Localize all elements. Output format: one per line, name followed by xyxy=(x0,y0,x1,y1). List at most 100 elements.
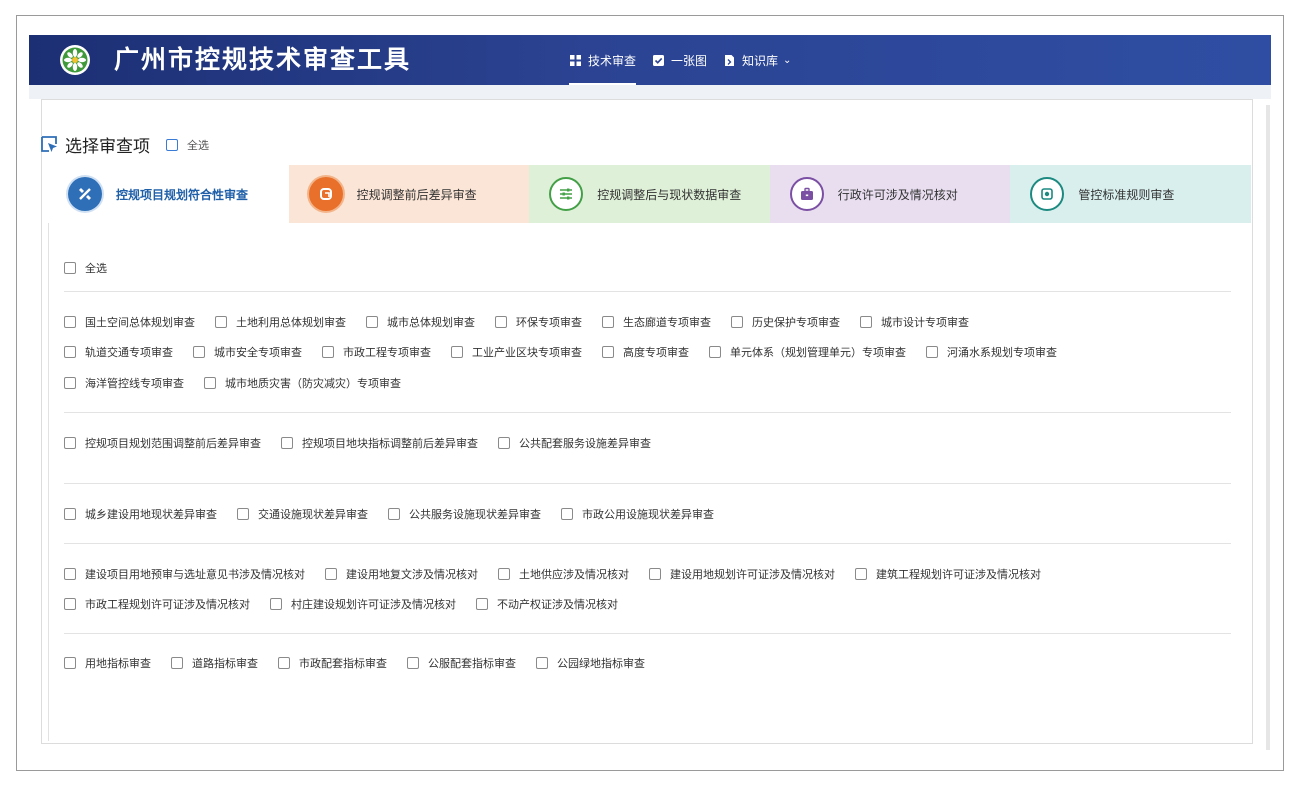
review-item-checkbox[interactable]: 市政工程专项审查 xyxy=(322,344,431,360)
checkbox[interactable] xyxy=(171,657,183,669)
checkbox[interactable] xyxy=(204,377,216,389)
review-item-checkbox[interactable]: 城乡建设用地现状差异审查 xyxy=(64,506,217,522)
review-item-checkbox[interactable]: 城市地质灾害（防灾减灾）专项审查 xyxy=(204,375,401,391)
tab-3[interactable]: 控规调整后与现状数据审查 xyxy=(529,165,770,223)
checkbox[interactable] xyxy=(388,508,400,520)
review-item-checkbox[interactable]: 市政公用设施现状差异审查 xyxy=(561,506,714,522)
checkbox[interactable] xyxy=(278,657,290,669)
scrollbar[interactable] xyxy=(1266,105,1270,750)
review-item-checkbox[interactable]: 工业产业区块专项审查 xyxy=(451,344,582,360)
checkbox[interactable] xyxy=(64,568,76,580)
tab-4[interactable]: 行政许可涉及情况核对 xyxy=(769,165,1011,223)
checkbox[interactable] xyxy=(281,437,293,449)
checkbox[interactable] xyxy=(322,346,334,358)
checkbox[interactable] xyxy=(649,568,661,580)
checkbox[interactable] xyxy=(709,346,721,358)
tab-1[interactable]: 控规项目规划符合性审查 xyxy=(48,165,289,223)
checkbox-row: 市政工程规划许可证涉及情况核对 村庄建设规划许可证涉及情况核对 不动产权证涉及情况核… xyxy=(64,595,638,613)
review-item-label: 历史保护专项审查 xyxy=(752,316,840,329)
review-item-label: 不动产权证涉及情况核对 xyxy=(497,598,618,611)
checkbox[interactable] xyxy=(495,316,507,328)
checkbox[interactable] xyxy=(325,568,337,580)
tab-label: 控规调整前后差异审查 xyxy=(356,187,477,202)
review-item-checkbox[interactable]: 公共配套服务设施差异审查 xyxy=(498,435,651,451)
review-item-checkbox[interactable]: 海洋管控线专项审查 xyxy=(64,375,184,391)
checkbox[interactable] xyxy=(215,316,227,328)
review-item-label: 建筑工程规划许可证涉及情况核对 xyxy=(876,568,1041,581)
checkbox[interactable] xyxy=(64,598,76,610)
checkbox[interactable] xyxy=(64,316,76,328)
checkbox-row: 国土空间总体规划审查 土地利用总体规划审查 城市总体规划审查 环保专项审查 生态廊道专项… xyxy=(64,313,989,331)
tab-2[interactable]: 控规调整前后差异审查 xyxy=(288,165,530,223)
checkbox[interactable] xyxy=(536,657,548,669)
checkbox[interactable] xyxy=(451,346,463,358)
checkbox[interactable] xyxy=(926,346,938,358)
review-item-checkbox[interactable]: 道路指标审查 xyxy=(171,655,258,671)
review-item-checkbox[interactable]: 生态廊道专项审查 xyxy=(602,314,711,330)
review-item-checkbox[interactable]: 城市总体规划审查 xyxy=(366,314,475,330)
review-item-checkbox[interactable]: 河涌水系规划专项审查 xyxy=(926,344,1057,360)
review-item-checkbox[interactable]: 交通设施现状差异审查 xyxy=(237,506,368,522)
checkbox[interactable] xyxy=(561,508,573,520)
review-item-label: 公共服务设施现状差异审查 xyxy=(409,508,541,521)
checkbox[interactable] xyxy=(498,568,510,580)
review-item-checkbox[interactable]: 用地指标审查 xyxy=(64,655,151,671)
review-item-checkbox[interactable]: 轨道交通专项审查 xyxy=(64,344,173,360)
checkbox[interactable] xyxy=(855,568,867,580)
review-item-checkbox[interactable]: 国土空间总体规划审查 xyxy=(64,314,195,330)
checkbox[interactable] xyxy=(64,377,76,389)
checkbox[interactable] xyxy=(407,657,419,669)
review-item-checkbox[interactable]: 全选 xyxy=(64,260,107,276)
review-item-checkbox[interactable]: 公共服务设施现状差异审查 xyxy=(388,506,541,522)
checkbox[interactable] xyxy=(860,316,872,328)
review-item-label: 高度专项审查 xyxy=(623,346,689,359)
checkbox[interactable] xyxy=(64,657,76,669)
checkbox[interactable] xyxy=(64,262,76,274)
checkbox-row: 建设项目用地预审与选址意见书涉及情况核对 建设用地复文涉及情况核对 土地供应涉及情况… xyxy=(64,565,1061,583)
checkbox[interactable] xyxy=(498,437,510,449)
review-item-checkbox[interactable]: 建筑工程规划许可证涉及情况核对 xyxy=(855,566,1041,582)
checkbox[interactable] xyxy=(64,346,76,358)
review-item-checkbox[interactable]: 公服配套指标审查 xyxy=(407,655,516,671)
review-item-checkbox[interactable]: 控规项目规划范围调整前后差异审查 xyxy=(64,435,261,451)
tab-5[interactable]: 管控标准规则审查 xyxy=(1010,165,1251,223)
nav-one-map[interactable]: 一张图 xyxy=(652,35,707,85)
checkbox[interactable] xyxy=(166,138,178,151)
checkbox[interactable] xyxy=(193,346,205,358)
review-item-checkbox[interactable]: 城市安全专项审查 xyxy=(193,344,302,360)
checkbox[interactable] xyxy=(237,508,249,520)
checkbox[interactable] xyxy=(64,437,76,449)
review-item-checkbox[interactable]: 公园绿地指标审查 xyxy=(536,655,645,671)
review-item-checkbox[interactable]: 环保专项审查 xyxy=(495,314,582,330)
review-item-checkbox[interactable]: 城市设计专项审查 xyxy=(860,314,969,330)
review-item-label: 土地利用总体规划审查 xyxy=(236,316,346,329)
review-item-checkbox[interactable]: 不动产权证涉及情况核对 xyxy=(476,596,618,612)
checkbox[interactable] xyxy=(731,316,743,328)
review-item-checkbox[interactable]: 土地供应涉及情况核对 xyxy=(498,566,629,582)
checkbox[interactable] xyxy=(476,598,488,610)
review-item-checkbox[interactable]: 建设项目用地预审与选址意见书涉及情况核对 xyxy=(64,566,305,582)
review-item-checkbox[interactable]: 建设用地复文涉及情况核对 xyxy=(325,566,478,582)
review-item-checkbox[interactable]: 历史保护专项审查 xyxy=(731,314,840,330)
checkbox[interactable] xyxy=(602,346,614,358)
nav-tech-review-label: 技术审查 xyxy=(588,53,637,68)
nav-tech-review[interactable]: 技术审查 xyxy=(569,35,637,85)
checkbox[interactable] xyxy=(64,508,76,520)
review-item-label: 公服配套指标审查 xyxy=(428,657,516,670)
nav-knowledge[interactable]: 知识库 ⌄ xyxy=(723,35,791,85)
review-item-checkbox[interactable]: 单元体系（规划管理单元）专项审查 xyxy=(709,344,906,360)
checkbox[interactable] xyxy=(602,316,614,328)
briefcase-icon xyxy=(789,177,824,211)
review-item-label: 村庄建设规划许可证涉及情况核对 xyxy=(291,598,456,611)
review-item-checkbox[interactable]: 建设用地规划许可证涉及情况核对 xyxy=(649,566,835,582)
header-select-all[interactable]: 全选 xyxy=(166,137,209,153)
review-item-checkbox[interactable]: 土地利用总体规划审查 xyxy=(215,314,346,330)
review-item-checkbox[interactable]: 控规项目地块指标调整前后差异审查 xyxy=(281,435,478,451)
review-item-checkbox[interactable]: 市政工程规划许可证涉及情况核对 xyxy=(64,596,250,612)
checkbox[interactable] xyxy=(366,316,378,328)
review-item-checkbox[interactable]: 市政配套指标审查 xyxy=(278,655,387,671)
top-header: 广州市控规技术审查工具 技术审查 一张图 知识库 ⌄ xyxy=(29,35,1271,85)
checkbox[interactable] xyxy=(270,598,282,610)
review-item-checkbox[interactable]: 村庄建设规划许可证涉及情况核对 xyxy=(270,596,456,612)
review-item-checkbox[interactable]: 高度专项审查 xyxy=(602,344,689,360)
